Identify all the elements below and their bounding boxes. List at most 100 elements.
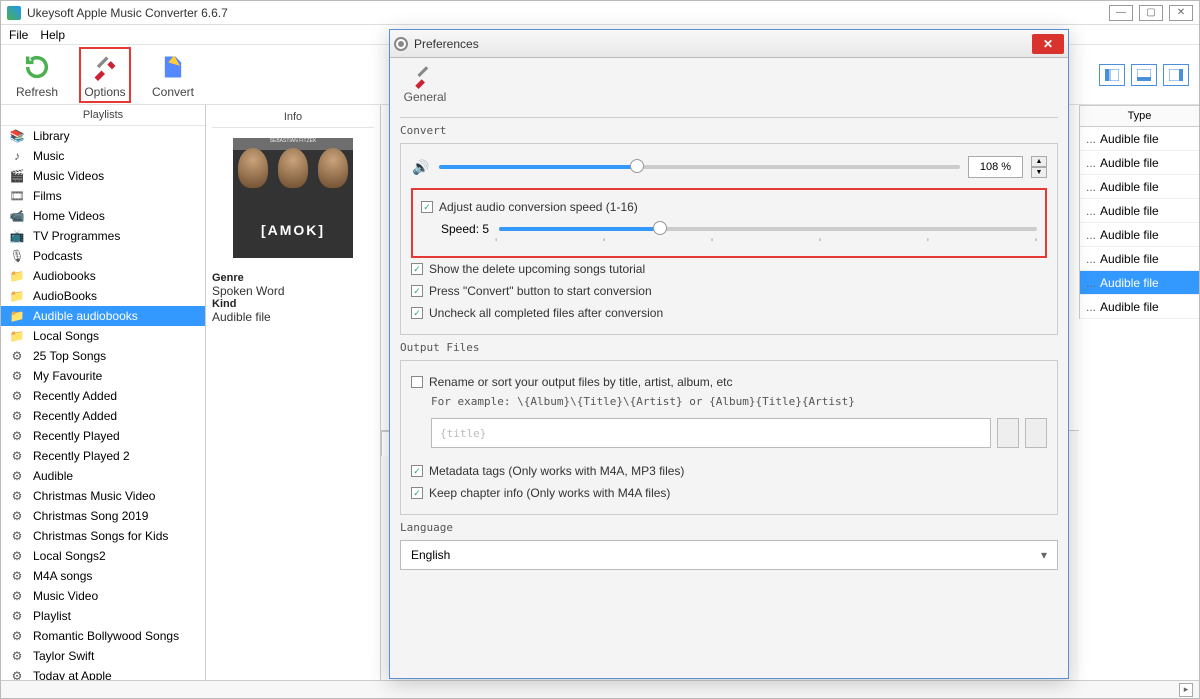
sidebar-list[interactable]: 📚Library♪Music🎬Music Videos🎞Films📹Home V… — [1, 126, 205, 680]
prefs-general-icon — [411, 62, 439, 90]
sidebar-item-icon: ⚙ — [9, 608, 25, 624]
sidebar-item-icon: 📁 — [9, 288, 25, 304]
close-button[interactable]: ✕ — [1169, 5, 1193, 21]
rename-label: Rename or sort your output files by titl… — [429, 375, 732, 389]
type-row[interactable]: ...Audible file — [1080, 175, 1199, 199]
metadata-tags-checkbox[interactable] — [411, 465, 423, 477]
sidebar-item-icon: ⚙ — [9, 528, 25, 544]
sidebar-item[interactable]: ⚙Recently Added — [1, 386, 205, 406]
sidebar-item-icon: ⚙ — [9, 648, 25, 664]
layout-icon-2[interactable] — [1131, 64, 1157, 86]
menu-help[interactable]: Help — [40, 28, 65, 42]
convert-button[interactable]: Convert — [147, 51, 199, 99]
sidebar-item-icon: 🎙 — [9, 248, 25, 264]
scroll-right-icon[interactable]: ▸ — [1179, 683, 1193, 697]
sidebar-item[interactable]: 📚Library — [1, 126, 205, 146]
speed-value-label: Speed: 5 — [441, 222, 489, 236]
sidebar-item-label: Romantic Bollywood Songs — [33, 629, 179, 643]
outputfiles-section-label: Output Files — [400, 341, 1058, 354]
sidebar-item[interactable]: ⚙Local Songs2 — [1, 546, 205, 566]
rename-remove-button[interactable] — [1025, 418, 1047, 448]
sidebar-item-icon: ⚙ — [9, 348, 25, 364]
rename-pattern-input[interactable]: {title} — [431, 418, 991, 448]
sidebar-item[interactable]: ⚙Recently Played — [1, 426, 205, 446]
rename-example: For example: \{Album}\{Title}\{Artist} o… — [411, 393, 1047, 414]
sidebar-item-label: TV Programmes — [33, 229, 120, 243]
volume-slider[interactable] — [439, 165, 960, 169]
output-files-box: Rename or sort your output files by titl… — [400, 360, 1058, 515]
preferences-title: Preferences — [414, 37, 1032, 51]
menu-file[interactable]: File — [9, 28, 28, 42]
refresh-button[interactable]: Refresh — [11, 51, 63, 99]
layout-icon-3[interactable] — [1163, 64, 1189, 86]
rename-add-button[interactable] — [997, 418, 1019, 448]
maximize-button[interactable]: ▢ — [1139, 5, 1163, 21]
options-label: Options — [84, 85, 125, 99]
type-row[interactable]: ...Audible file — [1080, 223, 1199, 247]
sidebar-item-label: Playlist — [33, 609, 71, 623]
sidebar-item-label: AudioBooks — [33, 289, 97, 303]
sidebar-item[interactable]: ⚙25 Top Songs — [1, 346, 205, 366]
layout-icon-1[interactable] — [1099, 64, 1125, 86]
sidebar-item[interactable]: 📺TV Programmes — [1, 226, 205, 246]
sidebar-item-label: Local Songs — [33, 329, 99, 343]
type-row[interactable]: ...Audible file — [1080, 295, 1199, 319]
sidebar-item-label: Music — [33, 149, 64, 163]
sidebar-item[interactable]: ⚙My Favourite — [1, 366, 205, 386]
sidebar-item[interactable]: ⚙ Taylor Swift — [1, 646, 205, 666]
speed-adjust-box: Adjust audio conversion speed (1-16) Spe… — [411, 188, 1047, 258]
uncheck-completed-checkbox[interactable] — [411, 307, 423, 319]
type-row[interactable]: ...Audible file — [1080, 271, 1199, 295]
sidebar-item[interactable]: ⚙Today at Apple — [1, 666, 205, 680]
sidebar-item[interactable]: ⚙Music Video — [1, 586, 205, 606]
sidebar-item[interactable]: ⚙Audible — [1, 466, 205, 486]
speed-slider[interactable] — [499, 227, 1037, 231]
type-header[interactable]: Type — [1080, 105, 1199, 127]
press-convert-checkbox[interactable] — [411, 285, 423, 297]
titlebar: Ukeysoft Apple Music Converter 6.6.7 — ▢… — [1, 1, 1199, 25]
sidebar-item-label: Recently Added — [33, 389, 117, 403]
sidebar-item[interactable]: ⚙Christmas Music Video — [1, 486, 205, 506]
adjust-speed-checkbox[interactable] — [421, 201, 433, 213]
sidebar-item[interactable]: ⚙Recently Played 2 — [1, 446, 205, 466]
volume-value[interactable]: 108 % — [968, 156, 1023, 178]
sidebar-item-icon: 📹 — [9, 208, 25, 224]
statusbar: ▸ — [1, 680, 1199, 698]
sidebar-item[interactable]: 📁 AudioBooks — [1, 286, 205, 306]
sidebar-item[interactable]: 📁Audiobooks — [1, 266, 205, 286]
sidebar-item[interactable]: 📹Home Videos — [1, 206, 205, 226]
sidebar-item[interactable]: 🎞Films — [1, 186, 205, 206]
convert-section-label: Convert — [400, 124, 1058, 137]
sidebar-item[interactable]: ⚙Christmas Songs for Kids — [1, 526, 205, 546]
sidebar-item[interactable]: ⚙Christmas Song 2019 — [1, 506, 205, 526]
language-dropdown[interactable]: English — [400, 540, 1058, 570]
sidebar-item[interactable]: ⚙Recently Added — [1, 406, 205, 426]
type-row[interactable]: ...Audible file — [1080, 127, 1199, 151]
keep-chapter-checkbox[interactable] — [411, 487, 423, 499]
minimize-button[interactable]: — — [1109, 5, 1133, 21]
preferences-gear-icon — [394, 37, 408, 51]
refresh-label: Refresh — [16, 85, 58, 99]
sidebar-item-icon: ⚙ — [9, 368, 25, 384]
type-row[interactable]: ...Audible file — [1080, 199, 1199, 223]
sidebar-item[interactable]: 📁Audible audiobooks — [1, 306, 205, 326]
rename-checkbox[interactable] — [411, 376, 423, 388]
type-row[interactable]: ...Audible file — [1080, 151, 1199, 175]
sidebar-item[interactable]: ⚙Romantic Bollywood Songs — [1, 626, 205, 646]
sidebar-item[interactable]: 📁Local Songs — [1, 326, 205, 346]
sidebar-item[interactable]: 🎬Music Videos — [1, 166, 205, 186]
show-delete-tutorial-checkbox[interactable] — [411, 263, 423, 275]
sidebar-item[interactable]: ⚙ Playlist — [1, 606, 205, 626]
sidebar-item[interactable]: ⚙M4A songs — [1, 566, 205, 586]
volume-spinner[interactable]: ▲▼ — [1031, 156, 1047, 178]
preferences-close-button[interactable]: ✕ — [1032, 34, 1064, 54]
info-pane: Info SEBASTIAN FITZEK [AMOK] Genre Spoke… — [206, 105, 381, 680]
adjust-speed-label: Adjust audio conversion speed (1-16) — [439, 200, 638, 214]
options-button[interactable]: Options — [79, 47, 131, 103]
prefs-general-tab[interactable]: General — [400, 62, 450, 104]
sidebar-item[interactable]: ♪Music — [1, 146, 205, 166]
sidebar-item-label: Taylor Swift — [33, 649, 94, 663]
genre-value: Spoken Word — [212, 284, 285, 298]
type-row[interactable]: ...Audible file — [1080, 247, 1199, 271]
sidebar-item[interactable]: 🎙Podcasts — [1, 246, 205, 266]
